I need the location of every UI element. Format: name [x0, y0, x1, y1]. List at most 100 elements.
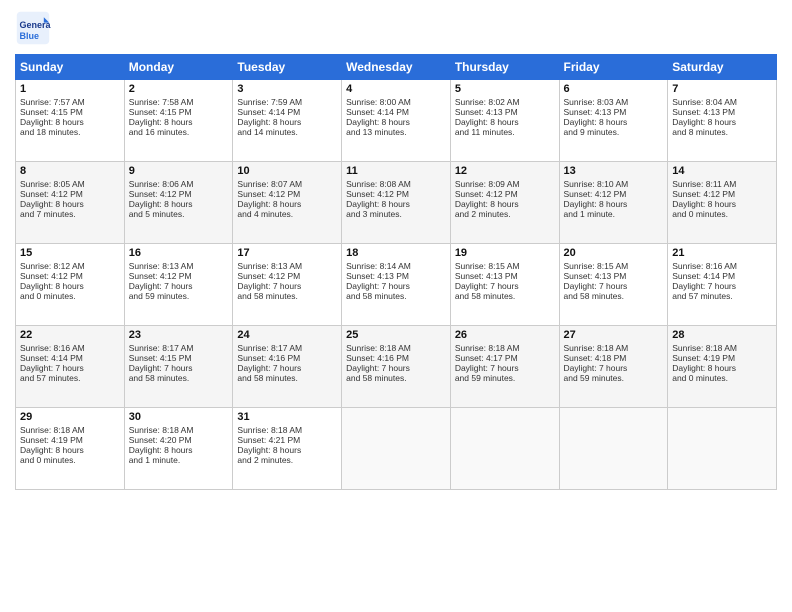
calendar-cell: 18Sunrise: 8:14 AMSunset: 4:13 PMDayligh…: [342, 244, 451, 326]
day-number: 12: [455, 165, 555, 177]
cell-line: Daylight: 8 hours: [129, 199, 229, 209]
cell-line: Sunrise: 8:08 AM: [346, 179, 446, 189]
cell-line: Sunrise: 8:18 AM: [564, 343, 664, 353]
svg-text:Blue: Blue: [20, 31, 40, 41]
calendar-cell: 2Sunrise: 7:58 AMSunset: 4:15 PMDaylight…: [124, 80, 233, 162]
cell-line: Sunrise: 8:17 AM: [129, 343, 229, 353]
cell-line: and 58 minutes.: [129, 373, 229, 383]
cell-line: Daylight: 7 hours: [346, 363, 446, 373]
calendar-cell: 1Sunrise: 7:57 AMSunset: 4:15 PMDaylight…: [16, 80, 125, 162]
cell-line: and 59 minutes.: [129, 291, 229, 301]
cell-line: Daylight: 7 hours: [564, 281, 664, 291]
calendar-cell: [342, 408, 451, 490]
calendar-cell: 16Sunrise: 8:13 AMSunset: 4:12 PMDayligh…: [124, 244, 233, 326]
day-number: 23: [129, 329, 229, 341]
cell-line: Daylight: 8 hours: [237, 445, 337, 455]
cell-line: Sunset: 4:12 PM: [237, 189, 337, 199]
calendar-cell: [559, 408, 668, 490]
day-number: 9: [129, 165, 229, 177]
cell-line: and 18 minutes.: [20, 127, 120, 137]
calendar-cell: 12Sunrise: 8:09 AMSunset: 4:12 PMDayligh…: [450, 162, 559, 244]
cell-line: Daylight: 8 hours: [20, 117, 120, 127]
cell-line: and 57 minutes.: [672, 291, 772, 301]
cell-line: Sunset: 4:13 PM: [455, 107, 555, 117]
cell-line: Sunrise: 7:59 AM: [237, 97, 337, 107]
cell-line: Sunrise: 8:05 AM: [20, 179, 120, 189]
calendar-cell: 9Sunrise: 8:06 AMSunset: 4:12 PMDaylight…: [124, 162, 233, 244]
cell-line: and 0 minutes.: [20, 455, 120, 465]
day-number: 8: [20, 165, 120, 177]
cell-line: Sunset: 4:14 PM: [346, 107, 446, 117]
cell-line: Sunrise: 8:15 AM: [455, 261, 555, 271]
cell-line: Sunset: 4:12 PM: [672, 189, 772, 199]
col-header-friday: Friday: [559, 55, 668, 80]
cell-line: Daylight: 8 hours: [672, 199, 772, 209]
calendar-cell: 15Sunrise: 8:12 AMSunset: 4:12 PMDayligh…: [16, 244, 125, 326]
day-number: 14: [672, 165, 772, 177]
calendar-table: SundayMondayTuesdayWednesdayThursdayFrid…: [15, 54, 777, 490]
day-number: 30: [129, 411, 229, 423]
calendar-cell: 21Sunrise: 8:16 AMSunset: 4:14 PMDayligh…: [668, 244, 777, 326]
calendar-cell: 6Sunrise: 8:03 AMSunset: 4:13 PMDaylight…: [559, 80, 668, 162]
calendar-cell: 17Sunrise: 8:13 AMSunset: 4:12 PMDayligh…: [233, 244, 342, 326]
cell-line: Sunrise: 7:57 AM: [20, 97, 120, 107]
cell-line: Sunset: 4:20 PM: [129, 435, 229, 445]
cell-line: Daylight: 7 hours: [564, 363, 664, 373]
cell-line: Sunset: 4:15 PM: [20, 107, 120, 117]
cell-line: Sunrise: 8:17 AM: [237, 343, 337, 353]
cell-line: and 58 minutes.: [455, 291, 555, 301]
day-number: 22: [20, 329, 120, 341]
cell-line: Sunrise: 8:07 AM: [237, 179, 337, 189]
cell-line: and 11 minutes.: [455, 127, 555, 137]
cell-line: Daylight: 8 hours: [455, 117, 555, 127]
cell-line: Daylight: 7 hours: [129, 363, 229, 373]
day-number: 17: [237, 247, 337, 259]
cell-line: Daylight: 8 hours: [20, 281, 120, 291]
cell-line: Sunset: 4:13 PM: [672, 107, 772, 117]
cell-line: Sunrise: 8:18 AM: [455, 343, 555, 353]
cell-line: Daylight: 8 hours: [346, 199, 446, 209]
cell-line: Sunrise: 8:02 AM: [455, 97, 555, 107]
cell-line: Sunset: 4:12 PM: [129, 271, 229, 281]
col-header-thursday: Thursday: [450, 55, 559, 80]
cell-line: Sunset: 4:12 PM: [237, 271, 337, 281]
calendar-cell: 27Sunrise: 8:18 AMSunset: 4:18 PMDayligh…: [559, 326, 668, 408]
cell-line: and 14 minutes.: [237, 127, 337, 137]
calendar-cell: 13Sunrise: 8:10 AMSunset: 4:12 PMDayligh…: [559, 162, 668, 244]
day-number: 10: [237, 165, 337, 177]
calendar-cell: 31Sunrise: 8:18 AMSunset: 4:21 PMDayligh…: [233, 408, 342, 490]
cell-line: and 0 minutes.: [20, 291, 120, 301]
calendar-cell: 3Sunrise: 7:59 AMSunset: 4:14 PMDaylight…: [233, 80, 342, 162]
cell-line: and 1 minute.: [129, 455, 229, 465]
cell-line: Daylight: 8 hours: [129, 117, 229, 127]
calendar-cell: 30Sunrise: 8:18 AMSunset: 4:20 PMDayligh…: [124, 408, 233, 490]
cell-line: Daylight: 8 hours: [20, 199, 120, 209]
calendar-cell: 19Sunrise: 8:15 AMSunset: 4:13 PMDayligh…: [450, 244, 559, 326]
cell-line: Daylight: 8 hours: [564, 199, 664, 209]
cell-line: Sunset: 4:13 PM: [455, 271, 555, 281]
cell-line: Sunrise: 8:10 AM: [564, 179, 664, 189]
header: General Blue: [15, 10, 777, 46]
cell-line: Daylight: 8 hours: [455, 199, 555, 209]
cell-line: Daylight: 8 hours: [237, 199, 337, 209]
cell-line: Sunset: 4:13 PM: [346, 271, 446, 281]
cell-line: Sunset: 4:17 PM: [455, 353, 555, 363]
cell-line: and 13 minutes.: [346, 127, 446, 137]
cell-line: Daylight: 7 hours: [672, 281, 772, 291]
cell-line: Sunset: 4:13 PM: [564, 107, 664, 117]
day-number: 21: [672, 247, 772, 259]
cell-line: Daylight: 7 hours: [455, 363, 555, 373]
cell-line: Sunset: 4:14 PM: [237, 107, 337, 117]
day-number: 4: [346, 83, 446, 95]
cell-line: Daylight: 8 hours: [672, 363, 772, 373]
day-number: 16: [129, 247, 229, 259]
cell-line: and 59 minutes.: [455, 373, 555, 383]
cell-line: Daylight: 7 hours: [237, 363, 337, 373]
cell-line: Daylight: 7 hours: [455, 281, 555, 291]
cell-line: and 2 minutes.: [237, 455, 337, 465]
calendar-cell: 24Sunrise: 8:17 AMSunset: 4:16 PMDayligh…: [233, 326, 342, 408]
cell-line: Daylight: 8 hours: [129, 445, 229, 455]
cell-line: and 16 minutes.: [129, 127, 229, 137]
col-header-wednesday: Wednesday: [342, 55, 451, 80]
calendar-cell: 14Sunrise: 8:11 AMSunset: 4:12 PMDayligh…: [668, 162, 777, 244]
